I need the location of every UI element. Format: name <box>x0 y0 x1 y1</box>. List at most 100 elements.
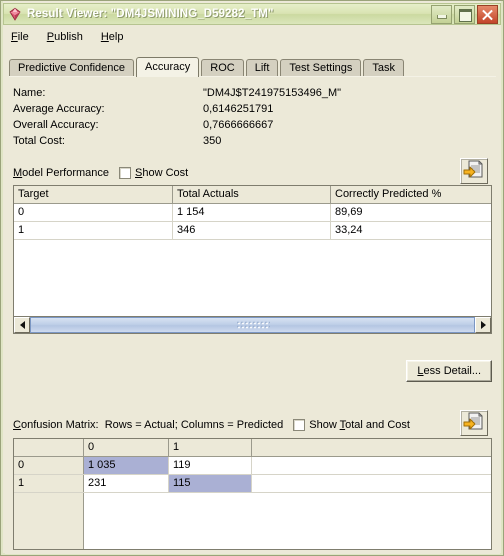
model-performance-grid-header: Target Total Actuals Correctly Predicted… <box>14 186 491 204</box>
cell-target-0: 0 <box>14 204 173 221</box>
tab-panel-top-edge <box>9 76 496 77</box>
summary-label-total-cost: Total Cost: <box>13 135 65 147</box>
scroll-right-button[interactable] <box>475 317 491 333</box>
menu-item-help[interactable]: Help <box>101 31 124 43</box>
confusion-matrix-grid: 0 1 0 1 035 119 1 231 115 <box>13 438 492 550</box>
summary-value-name: "DM4J$T241975153496_M" <box>203 87 342 99</box>
tab-strip: Predictive Confidence Accuracy ROC Lift … <box>9 57 406 77</box>
row-header-actual-0: 0 <box>14 457 84 474</box>
cell-target-1: 1 <box>14 222 173 239</box>
summary-label-overall-accuracy: Overall Accuracy: <box>13 119 99 131</box>
cell-actual0-predicted0: 1 035 <box>84 457 169 474</box>
show-total-and-cost-label: Show Total and Cost <box>309 419 410 431</box>
cell-total-actuals-1: 346 <box>173 222 331 239</box>
content-panel: Predictive Confidence Accuracy ROC Lift … <box>5 49 500 554</box>
confusion-matrix-export-button[interactable] <box>460 410 488 436</box>
cell-total-actuals-0: 1 154 <box>173 204 331 221</box>
column-header-predicted-0[interactable]: 0 <box>84 439 169 456</box>
table-row[interactable]: 0 1 154 89,69 <box>14 204 491 222</box>
summary-info: Name: "DM4J$T241975153496_M" Average Acc… <box>13 85 433 149</box>
less-detail-button[interactable]: Less Detail... <box>406 360 492 382</box>
confusion-matrix-title: Confusion Matrix: Rows = Actual; Columns… <box>13 419 284 431</box>
column-header-correctly-predicted[interactable]: Correctly Predicted % <box>331 186 491 203</box>
cell-row0-filler <box>252 457 491 474</box>
column-header-total-actuals[interactable]: Total Actuals <box>173 186 331 203</box>
column-header-target[interactable]: Target <box>14 186 173 203</box>
scrollbar-grip <box>235 320 270 330</box>
show-total-and-cost-checkbox-wrap[interactable]: Show Total and Cost <box>293 419 410 431</box>
summary-value-average-accuracy: 0,6146251791 <box>203 103 274 115</box>
menu-item-file-rest: ile <box>17 31 29 43</box>
tab-roc[interactable]: ROC <box>201 59 244 77</box>
show-cost-label-rest: how Cost <box>142 167 189 179</box>
menu-item-publish-rest: ublish <box>54 31 83 43</box>
show-cost-label: Show Cost <box>135 167 189 179</box>
summary-row-name: Name: "DM4J$T241975153496_M" <box>13 85 433 101</box>
summary-row-overall-accuracy: Overall Accuracy: 0,7666666667 <box>13 117 433 133</box>
table-row[interactable]: 0 1 035 119 <box>14 457 491 475</box>
tab-predictive-confidence[interactable]: Predictive Confidence <box>9 59 135 77</box>
column-header-filler <box>252 439 491 456</box>
summary-label-name: Name: <box>13 87 46 99</box>
result-viewer-window: Result Viewer: "DM4JSMINING_D59282_TM" F… <box>0 0 504 556</box>
tab-task[interactable]: Task <box>363 59 405 77</box>
table-row[interactable]: 1 231 115 <box>14 475 491 493</box>
corner-header[interactable] <box>14 439 84 456</box>
cell-correctly-predicted-0: 89,69 <box>335 206 363 218</box>
maximize-button[interactable] <box>454 5 475 24</box>
tab-accuracy[interactable]: Accuracy <box>136 57 200 77</box>
minimize-button[interactable] <box>431 5 452 24</box>
row-header-actual-1: 1 <box>14 475 84 492</box>
model-performance-export-button[interactable] <box>460 158 488 184</box>
menu-item-file[interactable]: File <box>11 31 29 43</box>
summary-row-average-accuracy: Average Accuracy: 0,6146251791 <box>13 101 433 117</box>
scrollbar-thumb[interactable] <box>30 317 475 333</box>
confusion-matrix-empty-area <box>14 493 491 549</box>
row-header-empty <box>14 493 84 549</box>
summary-value-total-cost: 350 <box>203 135 222 147</box>
summary-row-total-cost: Total Cost: 350 <box>13 133 433 149</box>
triangle-right-icon <box>480 321 486 329</box>
scroll-left-button[interactable] <box>14 317 30 333</box>
window-bevel-right <box>501 1 503 555</box>
tab-test-settings[interactable]: Test Settings <box>280 59 362 77</box>
tab-lift[interactable]: Lift <box>245 59 279 77</box>
export-document-icon <box>463 412 483 430</box>
menu-item-help-rest: elp <box>108 31 124 43</box>
model-performance-hscrollbar[interactable] <box>13 317 492 334</box>
model-performance-title-rest: odel Performance <box>22 167 109 179</box>
model-performance-grid: Target Total Actuals Correctly Predicted… <box>13 185 492 317</box>
cell-row1-filler <box>252 475 491 492</box>
minimize-icon <box>437 15 447 19</box>
confusion-matrix-grid-header: 0 1 <box>14 439 491 457</box>
summary-label-average-accuracy: Average Accuracy: <box>13 103 105 115</box>
show-total-prefix: Show <box>309 419 340 431</box>
cell-actual1-predicted0: 231 <box>84 475 169 492</box>
model-performance-title: Model Performance <box>13 167 109 179</box>
table-row[interactable]: 1 346 33,24 <box>14 222 491 240</box>
cell-empty-filler <box>84 493 491 549</box>
maximize-icon <box>459 9 472 22</box>
show-total-and-cost-checkbox[interactable] <box>293 419 306 431</box>
column-header-predicted-1[interactable]: 1 <box>169 439 252 456</box>
close-button[interactable] <box>477 5 498 24</box>
export-document-icon <box>463 160 483 178</box>
show-cost-checkbox[interactable] <box>119 167 131 179</box>
scrollbar-track[interactable] <box>30 317 475 333</box>
cell-correctly-predicted-1: 33,24 <box>335 224 363 236</box>
menu-bar: File Publish Help <box>3 27 501 47</box>
gem-icon <box>7 6 23 22</box>
window-title: Result Viewer: "DM4JSMINING_D59282_TM" <box>27 8 274 20</box>
show-total-suffix: otal and Cost <box>345 419 410 431</box>
model-performance-header: Model Performance Show Cost <box>13 162 188 184</box>
confusion-matrix-header: Confusion Matrix: Rows = Actual; Columns… <box>13 414 410 436</box>
summary-value-overall-accuracy: 0,7666666667 <box>203 119 274 131</box>
cell-actual1-predicted1: 115 <box>169 475 252 492</box>
show-cost-checkbox-wrap[interactable]: Show Cost <box>119 167 188 179</box>
cell-actual0-predicted1: 119 <box>169 457 252 474</box>
triangle-left-icon <box>19 321 25 329</box>
title-bar[interactable]: Result Viewer: "DM4JSMINING_D59282_TM" <box>3 3 501 25</box>
less-detail-button-rest: ess Detail... <box>423 365 481 377</box>
menu-item-publish[interactable]: Publish <box>47 31 83 43</box>
window-bevel-left <box>1 1 3 555</box>
